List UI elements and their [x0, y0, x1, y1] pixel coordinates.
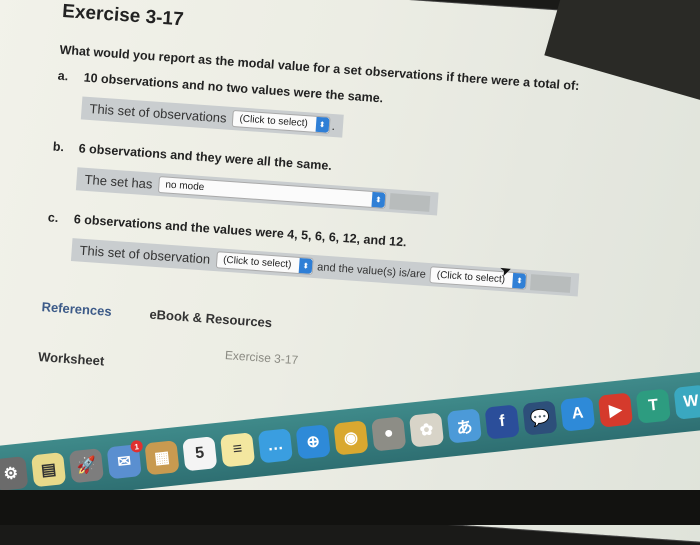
part-a-answer-label: This set of observations: [89, 101, 228, 126]
exercise-panel: Exercise 3-17 What would you report as t…: [38, 1, 700, 409]
youtube-icon[interactable]: ▶: [597, 392, 634, 428]
safari-icon[interactable]: ⊕: [295, 424, 331, 460]
resource-links: References eBook & Resources: [41, 299, 680, 359]
messages-icon[interactable]: …: [257, 428, 293, 464]
select-arrows-icon: ⬍: [298, 258, 313, 274]
references-link[interactable]: References: [41, 299, 112, 319]
launchpad-icon[interactable]: 🚀: [68, 448, 105, 484]
part-b-answer-label: The set has: [84, 171, 153, 192]
mail-icon[interactable]: ✉ 1: [106, 439, 144, 480]
calendar-icon[interactable]: 5: [182, 436, 218, 472]
part-c-letter: c.: [47, 210, 59, 226]
part-c-select-values[interactable]: (Click to select) ⬍: [429, 266, 528, 290]
notification-badge: 1: [130, 439, 144, 453]
part-c-select-values-value: (Click to select): [436, 269, 506, 286]
part-c-select-mode[interactable]: (Click to select) ⬍: [215, 251, 314, 275]
row-shade: [389, 192, 431, 212]
system-preferences-icon[interactable]: ⚙: [0, 456, 29, 492]
laptop-bezel: [0, 490, 700, 525]
part-b-select-value: no mode: [165, 179, 205, 194]
word-icon[interactable]: W: [673, 384, 700, 420]
select-arrows-icon: ⬍: [512, 272, 527, 289]
part-a-select[interactable]: (Click to select) ⬍: [231, 109, 331, 134]
period: .: [331, 117, 336, 134]
notes-icon[interactable]: ≡: [220, 432, 256, 468]
part-c-middle-text: and the value(s) is/are: [316, 260, 427, 281]
ebook-resources-link[interactable]: eBook & Resources: [149, 307, 273, 331]
facebook-icon[interactable]: f: [484, 404, 520, 440]
part-b-select[interactable]: no mode ⬍: [157, 175, 387, 209]
notes-folder-icon[interactable]: ▦: [144, 440, 180, 476]
part-a-select-value: (Click to select): [239, 113, 309, 130]
exercise-footer-label: Exercise 3-17: [224, 348, 299, 368]
part-c-answer-label: This set of observation: [79, 242, 211, 267]
part-a-letter: a.: [57, 68, 69, 84]
part-a-answer-row: This set of observations (Click to selec…: [80, 96, 345, 138]
select-arrows-icon: ⬍: [371, 191, 386, 208]
select-arrows-icon: ⬍: [315, 116, 330, 133]
app-store-icon[interactable]: A: [560, 396, 596, 432]
textwrangler-icon[interactable]: T: [635, 388, 671, 424]
chat-icon[interactable]: 💬: [522, 400, 558, 436]
photos-icon[interactable]: ✿: [408, 412, 445, 448]
row-shade: [530, 273, 572, 293]
worksheet-label[interactable]: Worksheet: [38, 349, 105, 369]
part-b-text: 6 observations and they were all the sam…: [78, 141, 333, 173]
stickies-icon[interactable]: ▤: [31, 452, 67, 488]
chrome-icon[interactable]: ◉: [333, 420, 369, 456]
translate-icon[interactable]: あ: [446, 408, 482, 444]
part-b-letter: b.: [52, 139, 65, 155]
part-c-select-mode-value: (Click to select): [222, 254, 292, 271]
camera-app-icon[interactable]: ●: [371, 416, 407, 452]
